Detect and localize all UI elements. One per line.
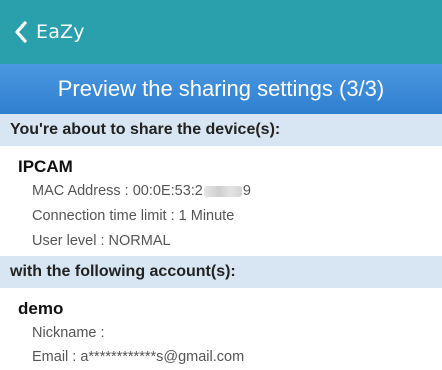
page-title: Preview the sharing settings (3/3) bbox=[57, 76, 385, 101]
page-title-bar: Preview the sharing settings (3/3) bbox=[0, 64, 442, 114]
mac-address-mask bbox=[203, 185, 242, 197]
accounts-section-header: with the following account(s): bbox=[0, 256, 442, 288]
device-user-level: User level : NORMAL bbox=[32, 233, 171, 249]
devices-section-heading: You're about to share the device(s): bbox=[10, 121, 281, 138]
account-name: demo bbox=[18, 299, 64, 318]
nav-bar: EaZy bbox=[0, 0, 442, 64]
device-time-limit: Connection time limit : 1 Minute bbox=[32, 208, 235, 224]
device-name: IPCAM bbox=[18, 157, 73, 176]
device-mac-address: MAC Address : 00:0E:53:2 9 bbox=[32, 183, 251, 199]
account-email: Email : a************s@gmail.com bbox=[32, 349, 245, 365]
account-nickname: Nickname : bbox=[32, 325, 105, 341]
back-label: EaZy bbox=[36, 21, 85, 43]
chevron-left-icon bbox=[14, 21, 28, 43]
accounts-section-heading: with the following account(s): bbox=[10, 263, 236, 280]
devices-section-header: You're about to share the device(s): bbox=[0, 114, 442, 146]
mac-address-visible: MAC Address : 00:0E:53:2 bbox=[32, 183, 203, 199]
back-button[interactable]: EaZy bbox=[14, 21, 85, 43]
mac-address-end: 9 bbox=[242, 183, 251, 199]
